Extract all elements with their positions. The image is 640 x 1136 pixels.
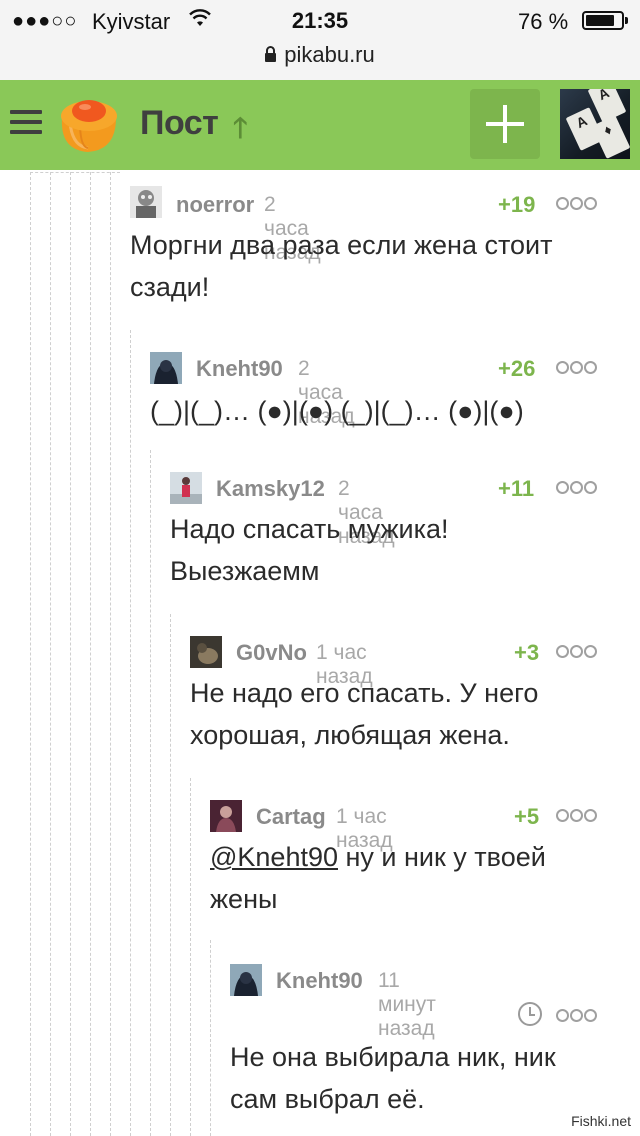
more-options-icon[interactable] xyxy=(556,197,597,210)
more-options-icon[interactable] xyxy=(556,481,597,494)
scroll-up-arrow-icon[interactable]: 🡑 xyxy=(233,107,248,155)
status-bar: ●●●○○ Kyivstar 21:35 76 % pikabu.ru xyxy=(0,0,640,80)
more-options-icon[interactable] xyxy=(556,1009,597,1022)
add-post-button[interactable] xyxy=(470,89,540,159)
more-options-icon[interactable] xyxy=(556,361,597,374)
comment-text: Моргни два раза если жена стоит сзади! xyxy=(130,230,553,302)
comment-username[interactable]: noerror xyxy=(176,192,254,218)
comment-avatar[interactable] xyxy=(210,800,242,832)
comment-text: @Kneht90 ну и ник у твоей жены xyxy=(210,836,610,920)
battery-percent: 76 % xyxy=(518,9,569,34)
clock-icon xyxy=(518,1002,542,1026)
comment-avatar[interactable] xyxy=(150,352,182,384)
page-title: Пост xyxy=(140,104,219,142)
address-url: pikabu.ru xyxy=(284,42,375,67)
address-bar[interactable]: pikabu.ru xyxy=(0,42,640,68)
menu-icon[interactable] xyxy=(10,110,42,138)
app-header: Пост 🡑 A A ♦ xyxy=(0,80,640,170)
comment-rating: +19 xyxy=(498,192,536,217)
comment-rating: +3 xyxy=(514,640,540,665)
comment-rating: +11 xyxy=(498,476,535,501)
user-mention-link[interactable]: @Kneht90 xyxy=(210,842,338,872)
more-options-icon[interactable] xyxy=(556,645,597,658)
comment-text: Не она выбирала ник, ник сам выбрал её. xyxy=(230,1042,556,1114)
comment-text: (_)|(_)… (●)|(●) (_)|(_)… (●)|(●) xyxy=(150,396,524,426)
comment-text: Надо спасать мужика! Выезжаемм xyxy=(170,514,449,586)
comment-avatar[interactable] xyxy=(190,636,222,668)
comment-text: Не надо его спасать. У него хорошая, люб… xyxy=(190,678,539,750)
comment-username[interactable]: Kamsky12 xyxy=(216,476,325,502)
comment-username[interactable]: Kneht90 xyxy=(276,968,363,994)
comment-username[interactable]: Kneht90 xyxy=(196,356,283,382)
pikabu-logo[interactable] xyxy=(58,92,120,156)
comment-username[interactable]: G0vNo xyxy=(236,640,307,666)
comment-username[interactable]: Cartag xyxy=(256,804,326,830)
lock-icon xyxy=(265,46,277,62)
comment-avatar[interactable] xyxy=(130,186,162,218)
comment-avatar[interactable] xyxy=(230,964,262,996)
comment-rating: +5 xyxy=(514,804,540,829)
comment-time: 11 минут назад xyxy=(378,969,436,1040)
more-options-icon[interactable] xyxy=(556,809,597,822)
user-avatar[interactable]: A A ♦ xyxy=(560,89,630,159)
comment-rating: +26 xyxy=(498,356,536,381)
watermark: Fishki.net xyxy=(568,1112,634,1130)
comment-avatar[interactable] xyxy=(170,472,202,504)
battery-icon xyxy=(582,11,628,30)
